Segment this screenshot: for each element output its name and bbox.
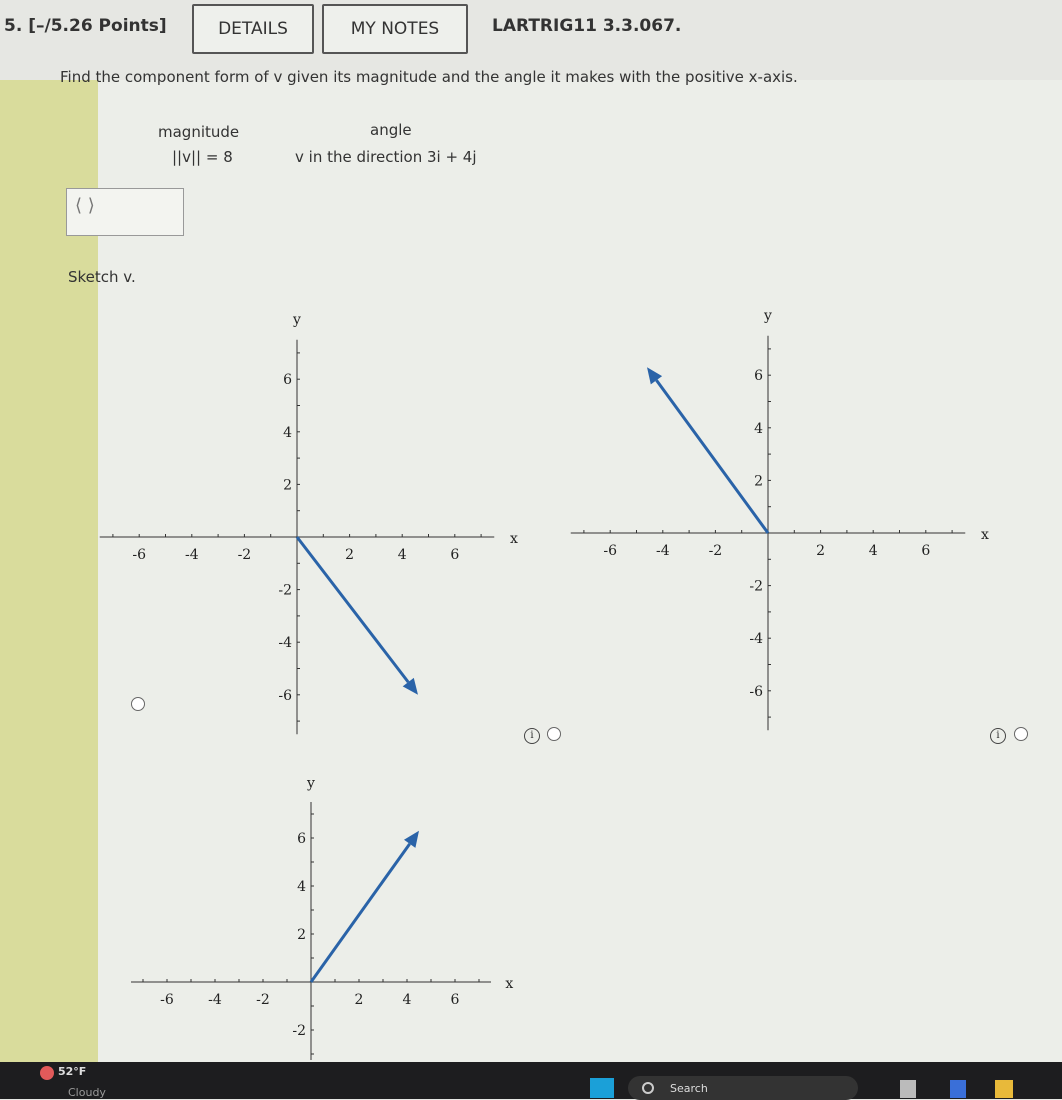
graph-option-3[interactable]: -6-6-4-4-2-2224466xy xyxy=(104,745,544,1060)
vector-line xyxy=(655,379,770,534)
x-tick-label: 6 xyxy=(450,547,459,563)
y-tick-label: 6 xyxy=(283,372,292,388)
file-explorer-icon[interactable] xyxy=(995,1080,1013,1098)
graph-option-2[interactable]: -6 -6 -4 -4 -2 -2 2 2 4 4 6 6 x y xyxy=(561,296,1041,736)
x-tick-label: -6 xyxy=(603,543,617,559)
x-tick-label: -2 xyxy=(709,543,723,559)
y-axis-label: y xyxy=(306,776,315,792)
x-axis-label: x xyxy=(981,527,989,543)
vector-arrowhead xyxy=(404,830,419,848)
angle-header: angle xyxy=(370,121,412,139)
x-tick-label: 2 xyxy=(345,547,354,563)
vector-arrowhead xyxy=(402,677,418,695)
search-icon xyxy=(642,1082,654,1094)
x-tick-label: 4 xyxy=(403,992,412,1008)
x-tick-label: 4 xyxy=(869,543,878,559)
magnitude-value: ||v|| = 8 xyxy=(172,148,233,166)
taskbar: 52°F Cloudy Search xyxy=(0,1062,1062,1100)
x-tick-label: -2 xyxy=(256,992,270,1008)
search-placeholder: Search xyxy=(670,1082,708,1095)
x-tick-label: -6 xyxy=(132,547,146,563)
x-tick-label: -4 xyxy=(656,543,670,559)
y-tick-label: 6 xyxy=(754,368,763,384)
graph-option-3-radio[interactable] xyxy=(1014,727,1028,741)
app-icon[interactable] xyxy=(900,1080,916,1098)
y-tick-label: 4 xyxy=(297,879,306,895)
x-axis-label: x xyxy=(510,531,518,547)
details-button[interactable]: DETAILS xyxy=(192,4,314,54)
y-tick-label: 2 xyxy=(283,477,292,493)
y-tick-label: 4 xyxy=(754,421,763,437)
x-tick-label: -4 xyxy=(208,992,222,1008)
answer-input[interactable]: ⟨ ⟩ xyxy=(66,188,184,236)
question-points: 5. [–/5.26 Points] xyxy=(4,16,167,36)
info-icon[interactable]: i xyxy=(990,728,1006,744)
instruction-text: Find the component form of v given its m… xyxy=(60,68,798,86)
y-tick-label: 2 xyxy=(754,473,763,489)
magnitude-header: magnitude xyxy=(158,123,240,141)
y-tick-label: -6 xyxy=(278,688,292,704)
x-tick-label: -6 xyxy=(160,992,174,1008)
x-tick-label: 6 xyxy=(451,992,460,1008)
x-tick-label: 6 xyxy=(921,543,930,559)
y-tick-label: -4 xyxy=(278,635,292,651)
y-tick-label: -6 xyxy=(749,684,763,700)
graph-option-1[interactable]: -6 -6 -4 -4 -2 -2 2 2 4 4 6 6 x y xyxy=(90,300,530,740)
y-tick-label: 4 xyxy=(283,425,292,441)
x-tick-label: 2 xyxy=(816,543,825,559)
temperature: 52°F xyxy=(58,1065,87,1078)
graph-option-1-radio[interactable] xyxy=(131,697,145,711)
y-tick-label: -2 xyxy=(292,1023,306,1039)
problem-id: LARTRIG11 3.3.067. xyxy=(492,16,682,36)
x-axis-label: x xyxy=(505,976,513,992)
y-axis-label: y xyxy=(292,312,301,328)
y-tick-label: -2 xyxy=(278,583,292,599)
x-tick-label: -4 xyxy=(185,547,199,563)
x-tick-label: -2 xyxy=(238,547,252,563)
x-tick-label: 4 xyxy=(398,547,407,563)
weather-icon xyxy=(40,1066,54,1080)
app-icon[interactable] xyxy=(950,1080,966,1098)
my-notes-button[interactable]: MY NOTES xyxy=(322,4,468,54)
windows-start-icon[interactable] xyxy=(590,1078,614,1098)
y-axis-label: y xyxy=(763,308,772,324)
vector-line xyxy=(309,842,411,983)
info-icon[interactable]: i xyxy=(524,728,540,744)
weather-text: Cloudy xyxy=(68,1086,106,1099)
y-tick-label: 2 xyxy=(297,927,306,943)
y-tick-label: -4 xyxy=(749,631,763,647)
x-tick-label: 2 xyxy=(355,992,364,1008)
angle-value: v in the direction 3i + 4j xyxy=(295,148,477,166)
sketch-label: Sketch v. xyxy=(68,268,136,286)
graph-option-2-radio[interactable] xyxy=(547,727,561,741)
y-tick-label: 6 xyxy=(297,831,306,847)
y-tick-label: -2 xyxy=(749,579,763,595)
search-box[interactable]: Search xyxy=(628,1076,858,1100)
vector-arrowhead xyxy=(647,367,663,385)
